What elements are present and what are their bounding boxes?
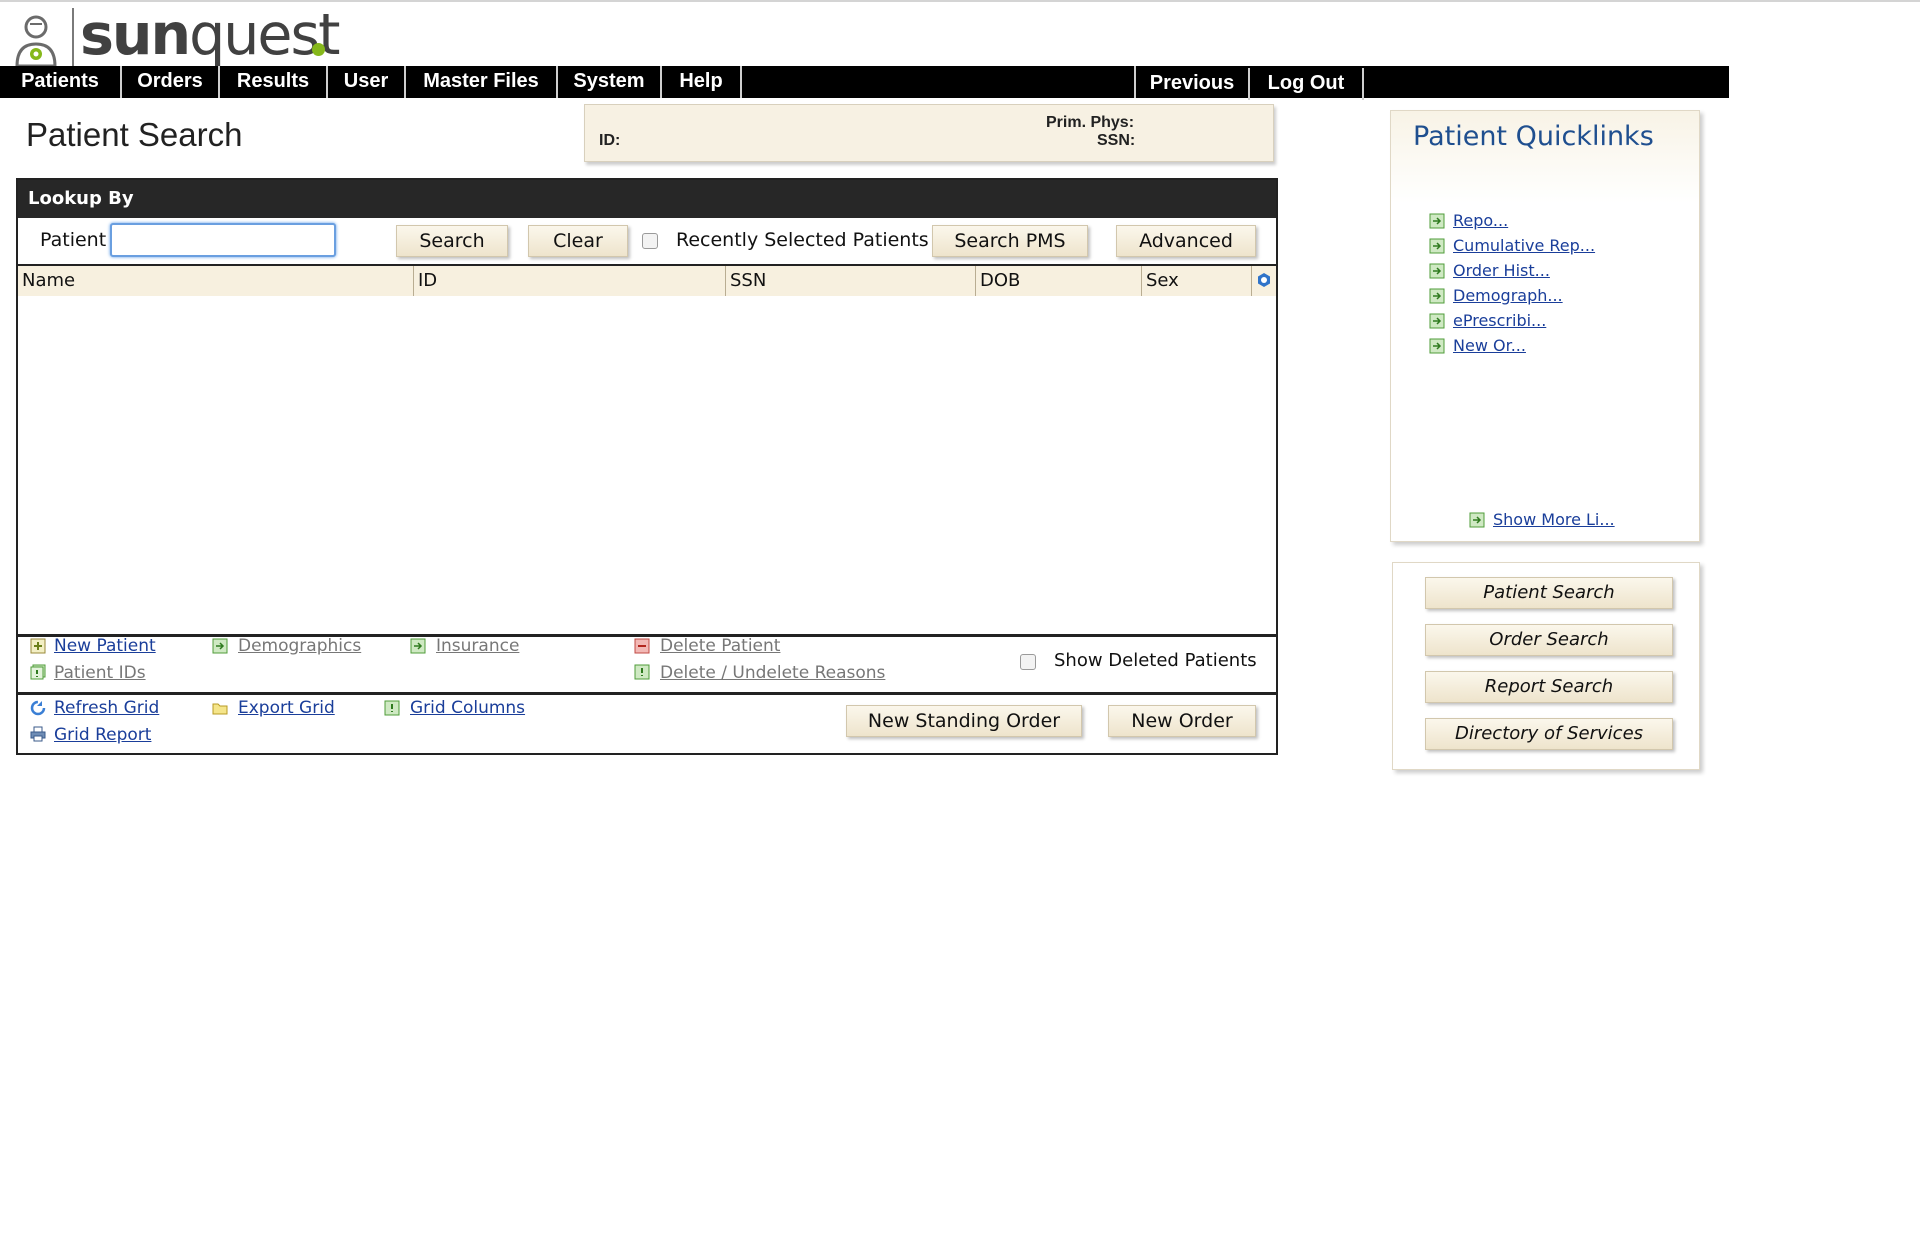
advanced-button[interactable]: Advanced: [1116, 225, 1256, 257]
new-order-button[interactable]: New Order: [1108, 705, 1256, 737]
delete-reasons-link[interactable]: Delete / Undelete Reasons: [660, 663, 885, 683]
sunquest-logo-icon: [15, 15, 57, 68]
patient-grid-body: [18, 296, 1276, 646]
clear-button-label: Clear: [553, 230, 603, 252]
logo-dot: [312, 43, 325, 56]
lookup-header: Lookup By: [18, 180, 1276, 218]
directory-of-services-nav-button[interactable]: Directory of Services: [1425, 718, 1673, 750]
grid-report-link[interactable]: Grid Report: [54, 725, 151, 745]
actions-separator-top: [18, 634, 1276, 637]
menu-patients[interactable]: Patients: [0, 66, 122, 98]
column-ssn[interactable]: SSN: [726, 266, 976, 296]
quicklink-arrow-icon: [1429, 213, 1445, 229]
new-patient-icon: [30, 638, 46, 654]
recent-patients-checkbox[interactable]: [642, 233, 658, 249]
column-settings-icon[interactable]: [1256, 272, 1272, 288]
recent-patients-label: Recently Selected Patients: [676, 229, 929, 251]
demographics-icon: [212, 638, 228, 654]
quicklink-cumulative-report[interactable]: Cumulative Rep...: [1453, 236, 1595, 255]
menu-user[interactable]: User: [328, 66, 406, 98]
prim-phys-label: Prim. Phys:: [1046, 114, 1135, 131]
new-patient-link[interactable]: New Patient: [54, 636, 156, 656]
quicklinks-header: Patient Quicklinks: [1391, 111, 1699, 203]
menu-orders[interactable]: Orders: [122, 66, 220, 98]
quicklink-eprescribing[interactable]: ePrescribi...: [1453, 311, 1546, 330]
menu-log-out[interactable]: Log Out: [1250, 68, 1364, 100]
patient-info-banner: Prim. Phys: SSN: ID:: [584, 104, 1274, 162]
grid-columns-link[interactable]: Grid Columns: [410, 698, 525, 718]
new-order-label: New Order: [1131, 710, 1233, 732]
patient-ids-icon: [30, 664, 46, 680]
id-label: ID:: [599, 132, 621, 149]
menu-master-files[interactable]: Master Files: [406, 66, 558, 98]
quicklink-arrow-icon: [1429, 238, 1445, 254]
print-icon: [30, 726, 46, 742]
quicklink-demographics[interactable]: Demograph...: [1453, 286, 1563, 305]
sunquest-logo-wordmark: sunquest: [80, 2, 341, 68]
quicklink-arrow-icon: [1429, 288, 1445, 304]
report-search-nav-button[interactable]: Report Search: [1425, 671, 1673, 703]
search-button[interactable]: Search: [396, 225, 508, 257]
new-standing-order-button[interactable]: New Standing Order: [846, 705, 1082, 737]
demographics-link[interactable]: Demographics: [238, 636, 361, 656]
folder-icon: [212, 703, 228, 715]
quicklink-order-history[interactable]: Order Hist...: [1453, 261, 1550, 280]
logo-divider: [72, 8, 74, 66]
delete-patient-link[interactable]: Delete Patient: [660, 636, 780, 656]
grid-header: Name ID SSN DOB Sex: [18, 264, 1276, 296]
grid-columns-icon: [384, 700, 400, 716]
patient-quicklinks-panel: Patient Quicklinks Repo... Cumulative Re…: [1390, 110, 1700, 542]
column-dob[interactable]: DOB: [976, 266, 1142, 296]
menu-results[interactable]: Results: [220, 66, 328, 98]
page-title: Patient Search: [26, 116, 243, 153]
refresh-grid-link[interactable]: Refresh Grid: [54, 698, 159, 718]
quicklink-new-order[interactable]: New Or...: [1453, 336, 1526, 355]
quicklink-arrow-icon: [1429, 338, 1445, 354]
patient-search-input[interactable]: [110, 223, 336, 257]
show-deleted-checkbox[interactable]: [1020, 654, 1036, 670]
search-pms-button[interactable]: Search PMS: [932, 225, 1088, 257]
lookup-panel: Lookup By Patient Search Clear Recently …: [16, 178, 1278, 755]
quicklink-arrow-icon: [1429, 263, 1445, 279]
show-more-arrow-icon: [1469, 512, 1485, 528]
clear-button[interactable]: Clear: [528, 225, 628, 257]
quicklinks-title: Patient Quicklinks: [1413, 121, 1654, 152]
delete-patient-icon: [634, 638, 650, 654]
delete-reasons-icon: [634, 664, 650, 680]
show-deleted-label: Show Deleted Patients: [1054, 650, 1257, 671]
new-standing-order-label: New Standing Order: [867, 710, 1061, 732]
column-sex[interactable]: Sex: [1142, 266, 1252, 296]
menu-spacer: [742, 66, 1136, 98]
export-grid-link[interactable]: Export Grid: [238, 698, 335, 718]
quicklink-arrow-icon: [1429, 313, 1445, 329]
refresh-icon: [30, 700, 46, 716]
patient-label: Patient: [40, 229, 107, 251]
column-id[interactable]: ID: [414, 266, 726, 296]
search-button-label: Search: [419, 230, 485, 252]
search-navigation-panel: Patient Search Order Search Report Searc…: [1392, 562, 1700, 770]
insurance-icon: [410, 638, 426, 654]
show-more-links[interactable]: Show More Li...: [1493, 510, 1615, 529]
menu-help[interactable]: Help: [662, 66, 742, 98]
main-menu-bar: Patients Orders Results User Master File…: [0, 66, 1729, 100]
ssn-label: SSN:: [1097, 132, 1136, 149]
advanced-button-label: Advanced: [1139, 230, 1233, 252]
actions-separator-bottom: [18, 692, 1276, 695]
order-search-nav-button[interactable]: Order Search: [1425, 624, 1673, 656]
search-pms-button-label: Search PMS: [954, 230, 1066, 252]
patient-ids-link[interactable]: Patient IDs: [54, 663, 146, 683]
menu-previous[interactable]: Previous: [1136, 68, 1250, 100]
column-name[interactable]: Name: [18, 266, 414, 296]
insurance-link[interactable]: Insurance: [436, 636, 519, 656]
quicklink-reports[interactable]: Repo...: [1453, 211, 1508, 230]
menu-system[interactable]: System: [558, 66, 662, 98]
patient-search-nav-button[interactable]: Patient Search: [1425, 577, 1673, 609]
